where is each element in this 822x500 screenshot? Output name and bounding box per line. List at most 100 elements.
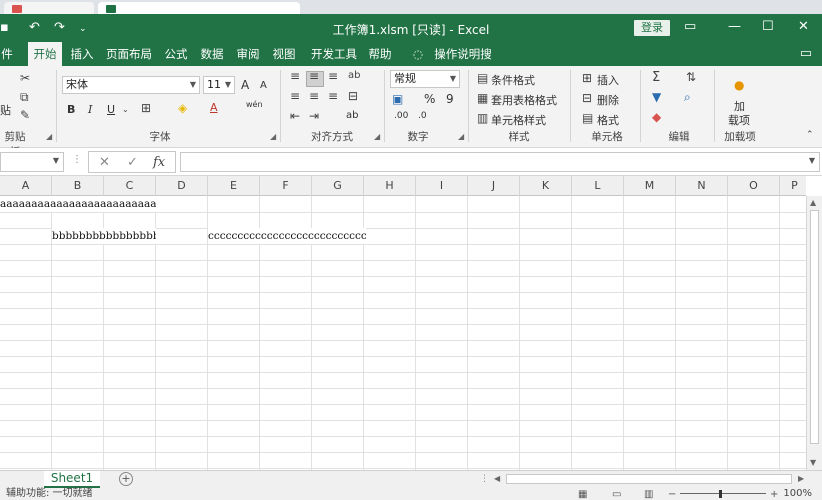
cancel-icon[interactable]: ✕	[99, 155, 110, 170]
tab-review[interactable]: 审阅	[234, 42, 262, 66]
orientation-icon[interactable]: ab	[348, 70, 360, 81]
column-header[interactable]: P	[780, 176, 806, 196]
font-launcher-icon[interactable]: ◢	[270, 132, 276, 141]
cell-styles-button[interactable]: 单元格样式	[491, 112, 546, 128]
format-painter-icon[interactable]: ✎	[20, 108, 30, 122]
tab-view[interactable]: 视图	[270, 42, 298, 66]
scroll-left-icon[interactable]: ◀	[494, 474, 500, 483]
merge-center-icon[interactable]: ⊟	[348, 89, 358, 103]
increase-decimal-button[interactable]: .00	[394, 111, 408, 121]
tab-formulas[interactable]: 公式	[162, 42, 190, 66]
column-header[interactable]: D	[156, 176, 208, 196]
scroll-thumb[interactable]	[506, 474, 792, 484]
zoom-in-icon[interactable]: +	[770, 489, 778, 500]
decrease-indent-icon[interactable]: ⇤	[290, 109, 300, 123]
column-header[interactable]: L	[572, 176, 624, 196]
ribbon-display-icon[interactable]: ▭	[684, 19, 696, 34]
align-right-icon[interactable]: ≡	[328, 89, 338, 103]
clipboard-launcher-icon[interactable]: ◢	[46, 132, 52, 141]
shrink-font-button[interactable]: A	[260, 80, 267, 91]
percent-button[interactable]: %	[424, 92, 435, 106]
column-header[interactable]: K	[520, 176, 572, 196]
scroll-up-icon[interactable]: ▲	[810, 198, 816, 207]
column-header[interactable]: A	[0, 176, 52, 196]
comments-icon[interactable]: ▭	[800, 46, 812, 61]
comma-style-button[interactable]: 9	[446, 92, 454, 106]
format-as-table-button[interactable]: 套用表格格式	[491, 92, 557, 108]
column-header[interactable]: E	[208, 176, 260, 196]
name-box[interactable]: ▼	[0, 152, 64, 172]
tab-home[interactable]: 开始	[28, 42, 62, 66]
cell-a1[interactable]: aaaaaaaaaaaaaaaaaaaaaaaaaaaaaaaaaaaaa	[0, 196, 156, 212]
normal-view-icon[interactable]: ▦	[578, 489, 587, 500]
format-cells-button[interactable]: 格式	[597, 112, 619, 128]
align-center-icon[interactable]: ≡	[309, 89, 319, 103]
login-button[interactable]: 登录	[634, 20, 670, 36]
number-launcher-icon[interactable]: ◢	[458, 132, 464, 141]
zoom-slider-knob[interactable]	[719, 490, 722, 498]
formula-input[interactable]: ▼	[180, 152, 820, 172]
browser-tab-active[interactable]	[98, 2, 300, 14]
horizontal-scrollbar[interactable]: ◀ ▶	[492, 473, 810, 486]
autosum-icon[interactable]: Σ	[652, 70, 660, 85]
zoom-level[interactable]: 100%	[783, 488, 812, 500]
scroll-down-icon[interactable]: ▼	[810, 458, 816, 467]
tab-data[interactable]: 数据	[198, 42, 226, 66]
decrease-decimal-button[interactable]: .0	[418, 111, 427, 121]
underline-button[interactable]: U	[107, 103, 115, 116]
alignment-launcher-icon[interactable]: ◢	[374, 132, 380, 141]
chevron-down-icon[interactable]: ⌄	[122, 105, 129, 114]
align-left-icon[interactable]: ≡	[290, 89, 300, 103]
zoom-out-icon[interactable]: −	[668, 489, 676, 500]
copy-icon[interactable]: ⧉	[20, 90, 29, 105]
number-format-select[interactable]: 常规 ▼	[390, 70, 460, 88]
sheet-tab[interactable]: Sheet1	[44, 471, 100, 488]
column-header[interactable]: N	[676, 176, 728, 196]
enter-icon[interactable]: ✓	[127, 155, 138, 170]
find-select-icon[interactable]: ⌕	[684, 90, 691, 105]
worksheet-grid[interactable]: A B C D E F G H I J K L M N O P aaaaaaaa…	[0, 176, 806, 470]
fill-color-icon[interactable]: ◈	[178, 101, 187, 115]
increase-indent-icon[interactable]: ⇥	[309, 109, 319, 123]
sort-filter-icon[interactable]: ⇅	[686, 70, 696, 84]
currency-icon[interactable]: ▣	[392, 92, 403, 106]
tab-insert[interactable]: 插入	[68, 42, 96, 66]
column-header[interactable]: M	[624, 176, 676, 196]
maximize-icon[interactable]: ☐	[762, 19, 774, 34]
cell-e3[interactable]: cccccccccccccccccccccccccccccccc	[208, 228, 366, 244]
add-sheet-button[interactable]: +	[119, 472, 133, 486]
browser-tab[interactable]	[4, 2, 94, 14]
italic-button[interactable]: I	[88, 103, 92, 116]
paste-button[interactable]: 贴	[0, 102, 11, 118]
vertical-scrollbar[interactable]: ▲ ▼	[806, 196, 822, 470]
grow-font-button[interactable]: A	[241, 78, 249, 92]
close-icon[interactable]: ✕	[798, 19, 809, 34]
tab-splitter[interactable]: ⋮	[480, 474, 489, 484]
delete-cells-button[interactable]: 删除	[597, 92, 619, 108]
addins-button-line2[interactable]: 载项	[728, 112, 750, 128]
align-bottom-icon[interactable]: ≡	[328, 69, 338, 83]
cell-b3[interactable]: bbbbbbbbbbbbbbbbbbbbbbbbbbbbbbbbbbbbb	[52, 228, 156, 244]
phonetic-button[interactable]: wén	[246, 100, 263, 109]
borders-icon[interactable]: ⊞	[141, 101, 151, 115]
tab-developer[interactable]: 开发工具	[308, 42, 360, 66]
tell-me-search[interactable]: 操作说明搜索	[430, 42, 496, 85]
tab-page-layout[interactable]: 页面布局	[104, 42, 154, 66]
insert-function-icon[interactable]: fx	[153, 155, 165, 170]
wrap-text-button[interactable]: ab	[346, 110, 358, 121]
zoom-slider[interactable]	[680, 493, 766, 494]
formula-bar-splitter[interactable]: ⋮	[72, 154, 82, 165]
conditional-formatting-button[interactable]: 条件格式	[491, 72, 535, 88]
accessibility-status[interactable]: 辅助功能: 一切就绪	[6, 488, 93, 500]
bold-button[interactable]: B	[67, 103, 75, 116]
column-header[interactable]: B	[52, 176, 104, 196]
column-header[interactable]: I	[416, 176, 468, 196]
tab-help[interactable]: 帮助	[366, 42, 394, 66]
column-header[interactable]: G	[312, 176, 364, 196]
align-middle-icon[interactable]: ≡	[309, 69, 319, 83]
column-header[interactable]: C	[104, 176, 156, 196]
page-break-view-icon[interactable]: ▥	[644, 489, 653, 500]
insert-cells-button[interactable]: 插入	[597, 72, 619, 88]
font-name-select[interactable]: 宋体 ▼	[62, 76, 200, 94]
column-header[interactable]: H	[364, 176, 416, 196]
